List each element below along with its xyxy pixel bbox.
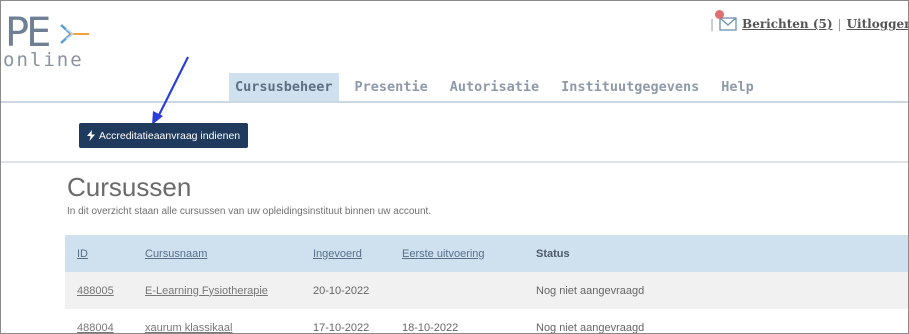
mail-icon[interactable] [715,10,737,31]
tab-instituutgegevens[interactable]: Instituutgegevens [555,73,705,101]
separator: | [710,17,715,31]
pe-online-logo[interactable]: PE online [3,13,113,81]
messages-link[interactable]: Berichten (5) [742,17,832,31]
column-header-eerste-uitvoering[interactable]: Eerste uitvoering [402,248,536,260]
nav-divider [1,101,908,103]
tab-cursusbeheer[interactable]: Cursusbeheer [229,73,339,101]
separator: | [837,17,842,31]
tab-help[interactable]: Help [715,73,760,101]
notification-dot [715,10,725,19]
column-header-ingevoerd[interactable]: Ingevoerd [313,248,402,260]
page-subtitle: In dit overzicht staan alle cursussen va… [67,206,432,217]
course-eerste-uitvoering: 18-10-2022 [402,321,459,334]
table-header: ID Cursusnaam Ingevoerd Eerste uitvoerin… [65,235,908,272]
tab-presentie[interactable]: Presentie [349,73,434,101]
logo-chevron-icon [60,24,89,44]
lightning-icon [86,130,95,141]
course-status: Nog niet aangevraagd [536,284,645,297]
page-title: Cursussen [67,172,192,202]
column-header-status: Status [536,247,570,260]
courses-table: ID Cursusnaam Ingevoerd Eerste uitvoerin… [65,235,908,334]
course-ingevoerd: 17-10-2022 [313,321,370,334]
course-name-link[interactable]: xaurum klassikaal [145,322,313,334]
course-ingevoerd: 20-10-2022 [313,284,370,297]
table-row: 488004 xaurum klassikaal 17-10-2022 18-1… [65,309,908,334]
logout-link[interactable]: Uitloggen [847,17,908,31]
column-header-id[interactable]: ID [65,248,145,260]
course-name-link[interactable]: E-Learning Fysiotherapie [145,285,313,297]
main-nav: Cursusbeheer Presentie Autorisatie Insti… [229,73,770,101]
app-frame: PE online | Berichten (5) | Uitloggen | … [0,0,909,334]
accreditation-request-button[interactable]: Accreditatieaanvraag indienen [79,123,248,148]
course-status: Nog niet aangevraagd [536,321,645,334]
tab-autorisatie[interactable]: Autorisatie [444,73,545,101]
logo-pe-text: PE [5,10,51,56]
logo-online-text: online [3,49,84,71]
accreditation-request-label: Accreditatieaanvraag indienen [98,129,241,142]
course-id-link[interactable]: 488004 [65,322,145,334]
top-user-bar: | Berichten (5) | Uitloggen | N [705,10,908,31]
toolbar-divider [1,161,908,163]
annotation-arrow-icon [152,56,189,125]
course-id-link[interactable]: 488005 [65,285,145,297]
table-row: 488005 E-Learning Fysiotherapie 20-10-20… [65,272,908,309]
column-header-cursusnaam[interactable]: Cursusnaam [145,248,313,260]
